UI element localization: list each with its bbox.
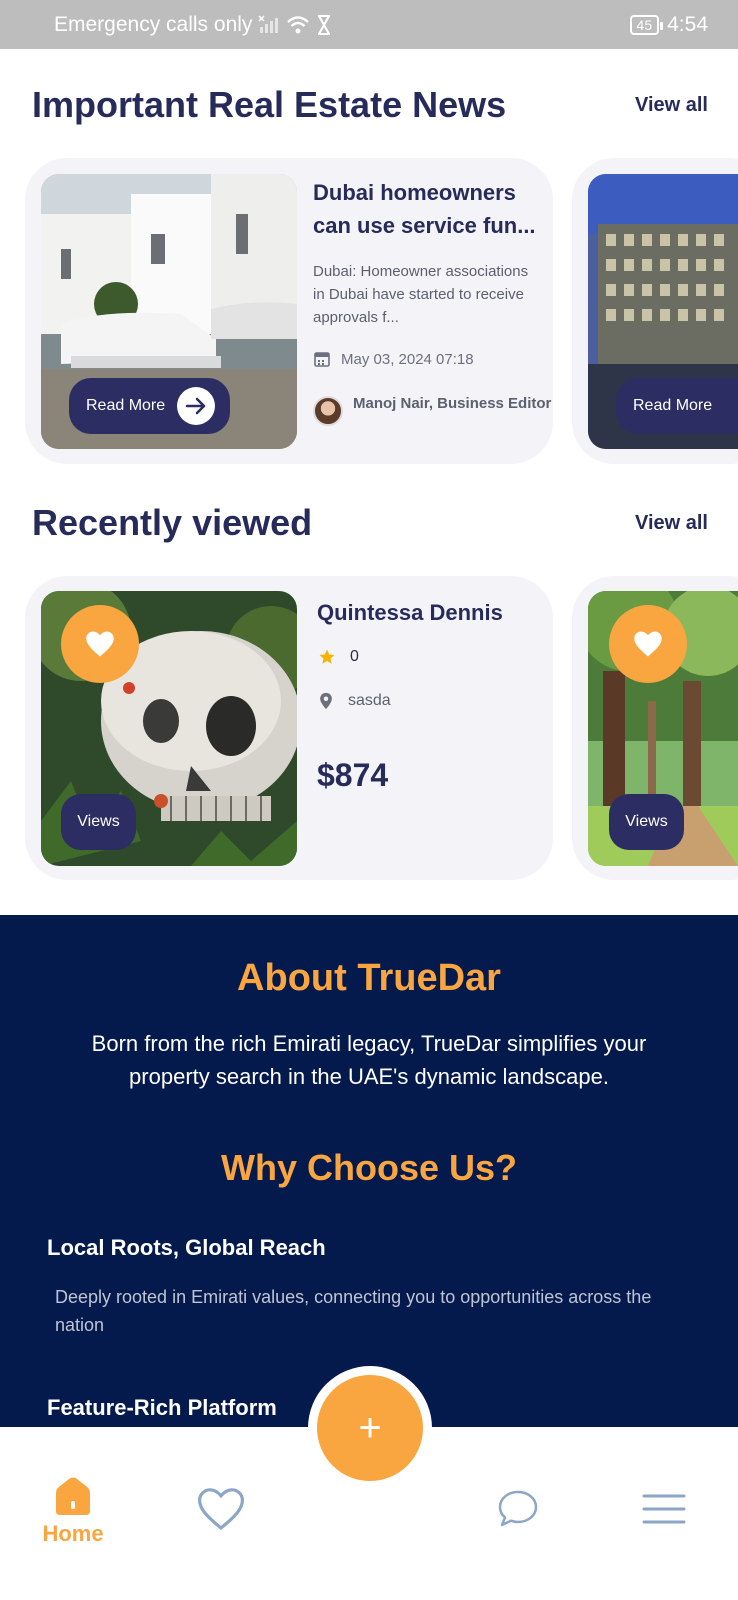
news-view-all-link[interactable]: View all (635, 94, 708, 117)
nav-home[interactable]: Home (38, 1477, 108, 1547)
recent-section-header: Recently viewed View all (32, 502, 708, 544)
news-date-row: May 03, 2024 07:18 (313, 350, 474, 368)
favorite-button[interactable] (609, 605, 687, 683)
why-choose-title: Why Choose Us? (220, 1147, 517, 1188)
carrier-text: Emergency calls only (54, 12, 253, 36)
favorite-button[interactable] (61, 605, 139, 683)
property-location: sasda (348, 692, 391, 709)
signal-icon (258, 14, 279, 33)
hamburger-menu-icon (642, 1494, 686, 1524)
news-author-row: Manoj Nair, Business Editor (313, 392, 553, 426)
about-section: About TrueDar Born from the rich Emirati… (0, 915, 738, 1427)
read-more-label: Read More (633, 397, 713, 414)
recent-view-all-link[interactable]: View all (635, 512, 708, 535)
about-description: Born from the rich Emirati legacy, TrueD… (91, 1031, 647, 1089)
read-more-button[interactable]: Read More (616, 378, 738, 434)
read-more-button[interactable]: Read More (69, 378, 230, 434)
clock: 4:54 (667, 12, 708, 36)
nav-messages[interactable] (497, 1489, 539, 1529)
news-excerpt: Dubai: Homeowner associations in Dubai h… (313, 263, 529, 326)
author-name: Manoj Nair, Business Editor (353, 395, 552, 412)
recent-section-title: Recently viewed (32, 502, 313, 543)
about-title: About TrueDar (237, 957, 501, 999)
news-section-title: Important Real Estate News (32, 84, 507, 125)
nav-home-label: Home (42, 1521, 104, 1546)
plus-icon: + (358, 1405, 382, 1450)
property-price: $874 (317, 757, 389, 793)
property-rating-row: 0 (318, 648, 359, 666)
news-date: May 03, 2024 07:18 (341, 350, 474, 368)
battery-icon: 45 (629, 14, 663, 35)
screen: Emergency calls only 45 4:54 Important R… (0, 0, 738, 1600)
nav-menu[interactable] (642, 1493, 686, 1525)
feature-description: Deeply rooted in Emirati values, connect… (55, 1287, 652, 1335)
star-icon (319, 649, 335, 664)
heart-icon (634, 631, 662, 657)
property-rating: 0 (350, 648, 359, 665)
chat-bubble-icon (498, 1490, 538, 1527)
location-pin-icon (320, 692, 332, 710)
calendar-icon (314, 352, 330, 367)
heart-outline-icon (197, 1488, 245, 1531)
hourglass-icon (318, 14, 331, 35)
home-icon (56, 1477, 90, 1515)
arrow-right-icon (177, 387, 216, 425)
heart-icon (86, 631, 114, 657)
property-name[interactable]: Quintessa Dennis (317, 600, 503, 626)
views-button[interactable]: Views (609, 794, 684, 850)
feature-title: Feature-Rich Platform (47, 1395, 277, 1420)
nav-favorites[interactable] (196, 1487, 246, 1531)
author-avatar (313, 396, 343, 426)
read-more-label: Read More (86, 397, 166, 414)
news-headline[interactable]: Dubai homeowners can use service fun... (313, 176, 538, 242)
views-button[interactable]: Views (61, 794, 136, 850)
wifi-icon (287, 15, 310, 33)
property-location-row: sasda (318, 692, 391, 710)
feature-title: Local Roots, Global Reach (47, 1235, 326, 1260)
status-bar: Emergency calls only 45 4:54 (0, 0, 738, 49)
add-button[interactable]: + (317, 1375, 423, 1481)
news-section-header: Important Real Estate News View all (32, 84, 708, 126)
